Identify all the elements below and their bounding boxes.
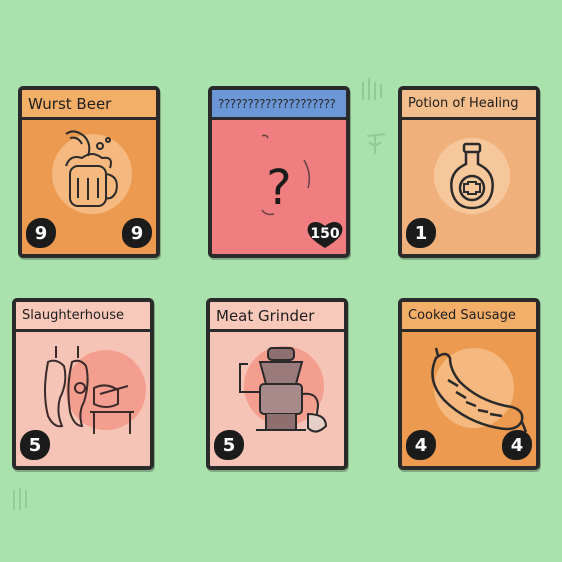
card-slaughterhouse[interactable]: Slaughterhouse 5	[12, 298, 154, 470]
card-title: Meat Grinder	[210, 302, 344, 332]
heart-badge: 150	[306, 220, 344, 250]
card-art: ? 150	[212, 120, 346, 254]
meat-grinder-icon	[239, 347, 328, 433]
card-value-left: 5	[214, 430, 244, 460]
background-sketch-decoration	[13, 488, 27, 510]
question-mark-icon: ?	[266, 160, 292, 216]
slaughterhouse-icon	[44, 346, 134, 434]
card-value-left: 4	[406, 430, 436, 460]
card-art: 5	[16, 332, 150, 466]
card-value-left: 1	[406, 218, 436, 248]
card-value-left: 9	[26, 218, 56, 248]
card-art: 5	[210, 332, 344, 466]
card-cooked-sausage[interactable]: Cooked Sausage 4 4	[398, 298, 540, 470]
card-potion-of-healing[interactable]: Potion of Healing 1	[398, 86, 540, 258]
card-title: Potion of Healing	[402, 90, 536, 120]
card-value-right: 4	[502, 430, 532, 460]
healing-potion-flask-icon	[450, 142, 494, 210]
card-meat-grinder[interactable]: Meat Grinder 5	[206, 298, 348, 470]
card-value-right: 9	[122, 218, 152, 248]
card-art: 4 4	[402, 332, 536, 466]
beer-mug-sausage-icon	[65, 130, 118, 207]
card-title: Cooked Sausage	[402, 302, 536, 332]
heart-value: 150	[310, 226, 340, 242]
card-title: ????????????????????	[212, 90, 346, 120]
card-mystery[interactable]: ???????????????????? ? 150	[208, 86, 350, 258]
card-art: 1	[402, 120, 536, 254]
card-art: 9 9	[22, 120, 156, 254]
card-value-left: 5	[20, 430, 50, 460]
card-title: Slaughterhouse	[16, 302, 150, 332]
card-title: Wurst Beer	[22, 90, 156, 120]
card-wurst-beer[interactable]: Wurst Beer 9 9	[18, 86, 160, 258]
